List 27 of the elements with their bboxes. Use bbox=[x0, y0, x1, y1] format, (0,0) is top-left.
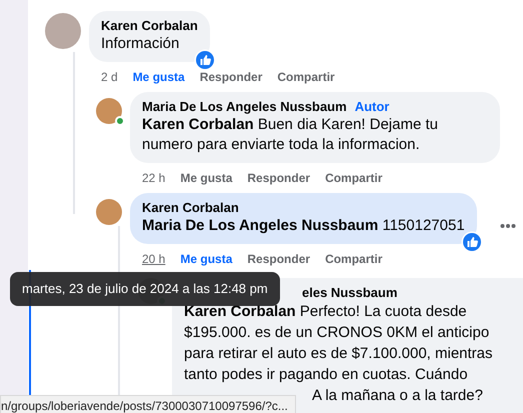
share-link[interactable]: Compartir bbox=[325, 169, 382, 193]
author-name[interactable]: Karen Corbalan bbox=[101, 18, 198, 33]
like-link[interactable]: Me gusta bbox=[180, 169, 232, 193]
comment-text: Maria De Los Angeles Nussbaum 1150127051 bbox=[142, 216, 465, 236]
comment-text: Información bbox=[101, 34, 180, 54]
avatar[interactable] bbox=[96, 98, 122, 124]
share-link[interactable]: Compartir bbox=[277, 68, 335, 92]
avatar[interactable] bbox=[45, 13, 81, 49]
status-bar-url: n/groups/loberiavende/posts/7300030710097596/?c... bbox=[0, 395, 296, 413]
author-name[interactable]: eles Nussbaum bbox=[302, 285, 398, 300]
timestamp-link[interactable]: 22 h bbox=[142, 169, 166, 193]
comment-text: Karen Corbalan Buen dia Karen! Dejame tu numero para enviarte toda la informacion. bbox=[142, 115, 439, 155]
reply-link[interactable]: Responder bbox=[200, 68, 262, 92]
like-link[interactable]: Me gusta bbox=[180, 250, 232, 274]
like-link[interactable]: Me gusta bbox=[132, 68, 185, 92]
avatar[interactable] bbox=[96, 199, 122, 225]
author-label: Autor bbox=[354, 99, 390, 114]
date-tooltip: martes, 23 de julio de 2024 a las 12:48 pm bbox=[10, 272, 280, 306]
reply-link[interactable]: Responder bbox=[247, 169, 310, 193]
timestamp-link[interactable]: 20 h bbox=[142, 250, 166, 274]
author-name[interactable]: Maria De Los Angeles Nussbaum bbox=[142, 99, 347, 114]
more-icon[interactable] bbox=[500, 223, 516, 229]
timestamp-link[interactable]: 2 d bbox=[101, 68, 118, 92]
comment-text: A la mañana o a la tarde? bbox=[311, 386, 484, 406]
author-name[interactable]: Karen Corbalan bbox=[142, 200, 239, 215]
reply-link[interactable]: Responder bbox=[247, 250, 310, 274]
share-link[interactable]: Compartir bbox=[325, 250, 382, 274]
